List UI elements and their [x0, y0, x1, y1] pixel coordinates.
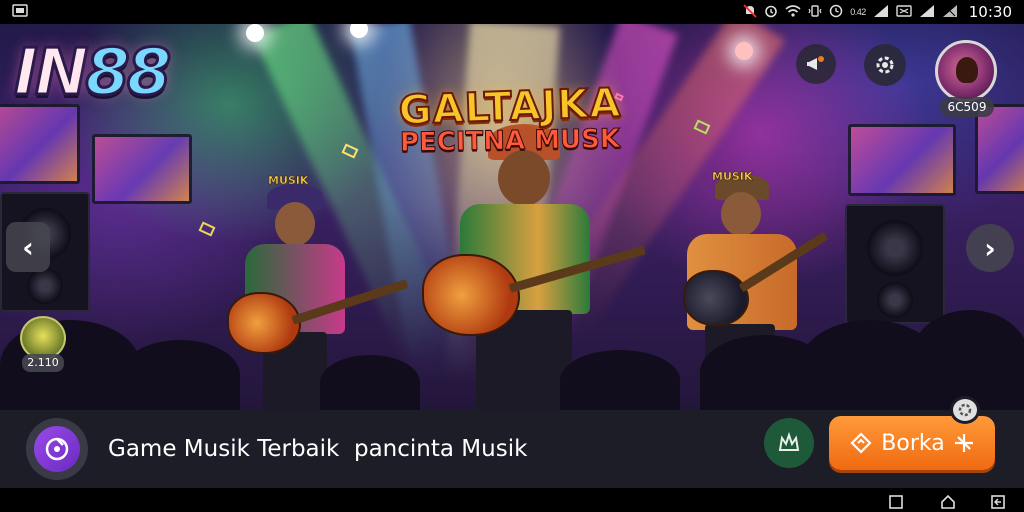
settings-button[interactable] — [864, 44, 906, 86]
tagline-text: Game Musik Terbaik pancinta Musik — [108, 436, 528, 462]
status-bar: 0.42 10:30 — [0, 0, 1024, 24]
app-screen: 0.42 10:30 MUSIK MUSIK GALTAJKA PECITNA … — [0, 0, 1024, 512]
signal-icon — [873, 4, 889, 21]
app-icon-button[interactable] — [26, 418, 88, 480]
gear-small-icon — [958, 403, 972, 417]
sim-icon — [896, 4, 912, 21]
signal-icon-2 — [919, 4, 935, 21]
home-icon — [941, 494, 955, 509]
cta-label: Borka — [881, 430, 945, 456]
title-sub: PECITNA MUSK — [399, 124, 621, 159]
square-icon — [889, 495, 903, 509]
confetti — [198, 221, 216, 237]
gear-icon — [876, 56, 894, 74]
crown-icon — [778, 431, 800, 451]
spotlight — [735, 42, 753, 60]
sparkle-icon — [954, 434, 973, 452]
back-button[interactable] — [990, 494, 1005, 509]
chevron-right-icon: › — [984, 231, 996, 265]
play-cta-button[interactable]: Borka — [829, 416, 995, 470]
game-title: GALTAJKA PECITNA MUSK — [380, 79, 640, 159]
video-screen — [0, 104, 80, 184]
logo-text-in: IN — [12, 35, 89, 112]
notification-off-icon — [743, 3, 757, 21]
video-screen — [92, 134, 192, 204]
brand-logo: IN88 — [12, 35, 173, 112]
carousel-next-button[interactable]: › — [966, 224, 1014, 272]
back-icon — [991, 495, 1005, 509]
speaker — [845, 204, 945, 324]
video-screen — [848, 124, 956, 196]
clock-icon — [829, 4, 843, 21]
music-disc-icon — [34, 426, 80, 472]
vibrate-icon — [808, 4, 822, 21]
video-screen — [975, 104, 1024, 194]
alarm-icon — [764, 4, 778, 21]
battery-icon — [942, 4, 958, 21]
spotlight — [246, 24, 264, 42]
profile-coin-count: 6C509 — [940, 97, 994, 117]
share-button[interactable] — [764, 418, 814, 468]
profile-avatar[interactable] — [935, 40, 997, 102]
clock-time: 10:30 — [968, 3, 1012, 21]
crowd-silhouette — [910, 310, 1024, 410]
crowd-silhouette — [560, 350, 680, 410]
ticket-icon — [850, 432, 872, 454]
hat-label-left: MUSIK — [268, 174, 309, 188]
megaphone-icon — [807, 56, 824, 70]
carousel-prev-button[interactable]: ‹ — [6, 222, 50, 272]
cta-badge — [950, 396, 980, 424]
hero-banner: MUSIK MUSIK GALTAJKA PECITNA MUSK IN88 6… — [0, 24, 1024, 410]
system-nav-bar — [0, 488, 1024, 512]
signal-readout: 0.42 — [850, 7, 866, 17]
player-mini-count: 2.110 — [22, 354, 64, 372]
logo-text-88: 88 — [84, 35, 173, 112]
crowd-silhouette — [120, 340, 240, 410]
megaphone-button[interactable] — [796, 44, 836, 84]
bottom-bar: Game Musik Terbaik pancinta Musik Borka — [0, 410, 1024, 488]
recent-apps-button[interactable] — [888, 494, 903, 509]
wifi-icon — [785, 4, 801, 21]
chevron-left-icon: ‹ — [22, 230, 34, 264]
screenshot-icon — [12, 3, 28, 21]
home-button[interactable] — [940, 494, 955, 509]
hat-label-right: MUSIK — [712, 170, 753, 184]
crowd-silhouette — [320, 355, 420, 410]
